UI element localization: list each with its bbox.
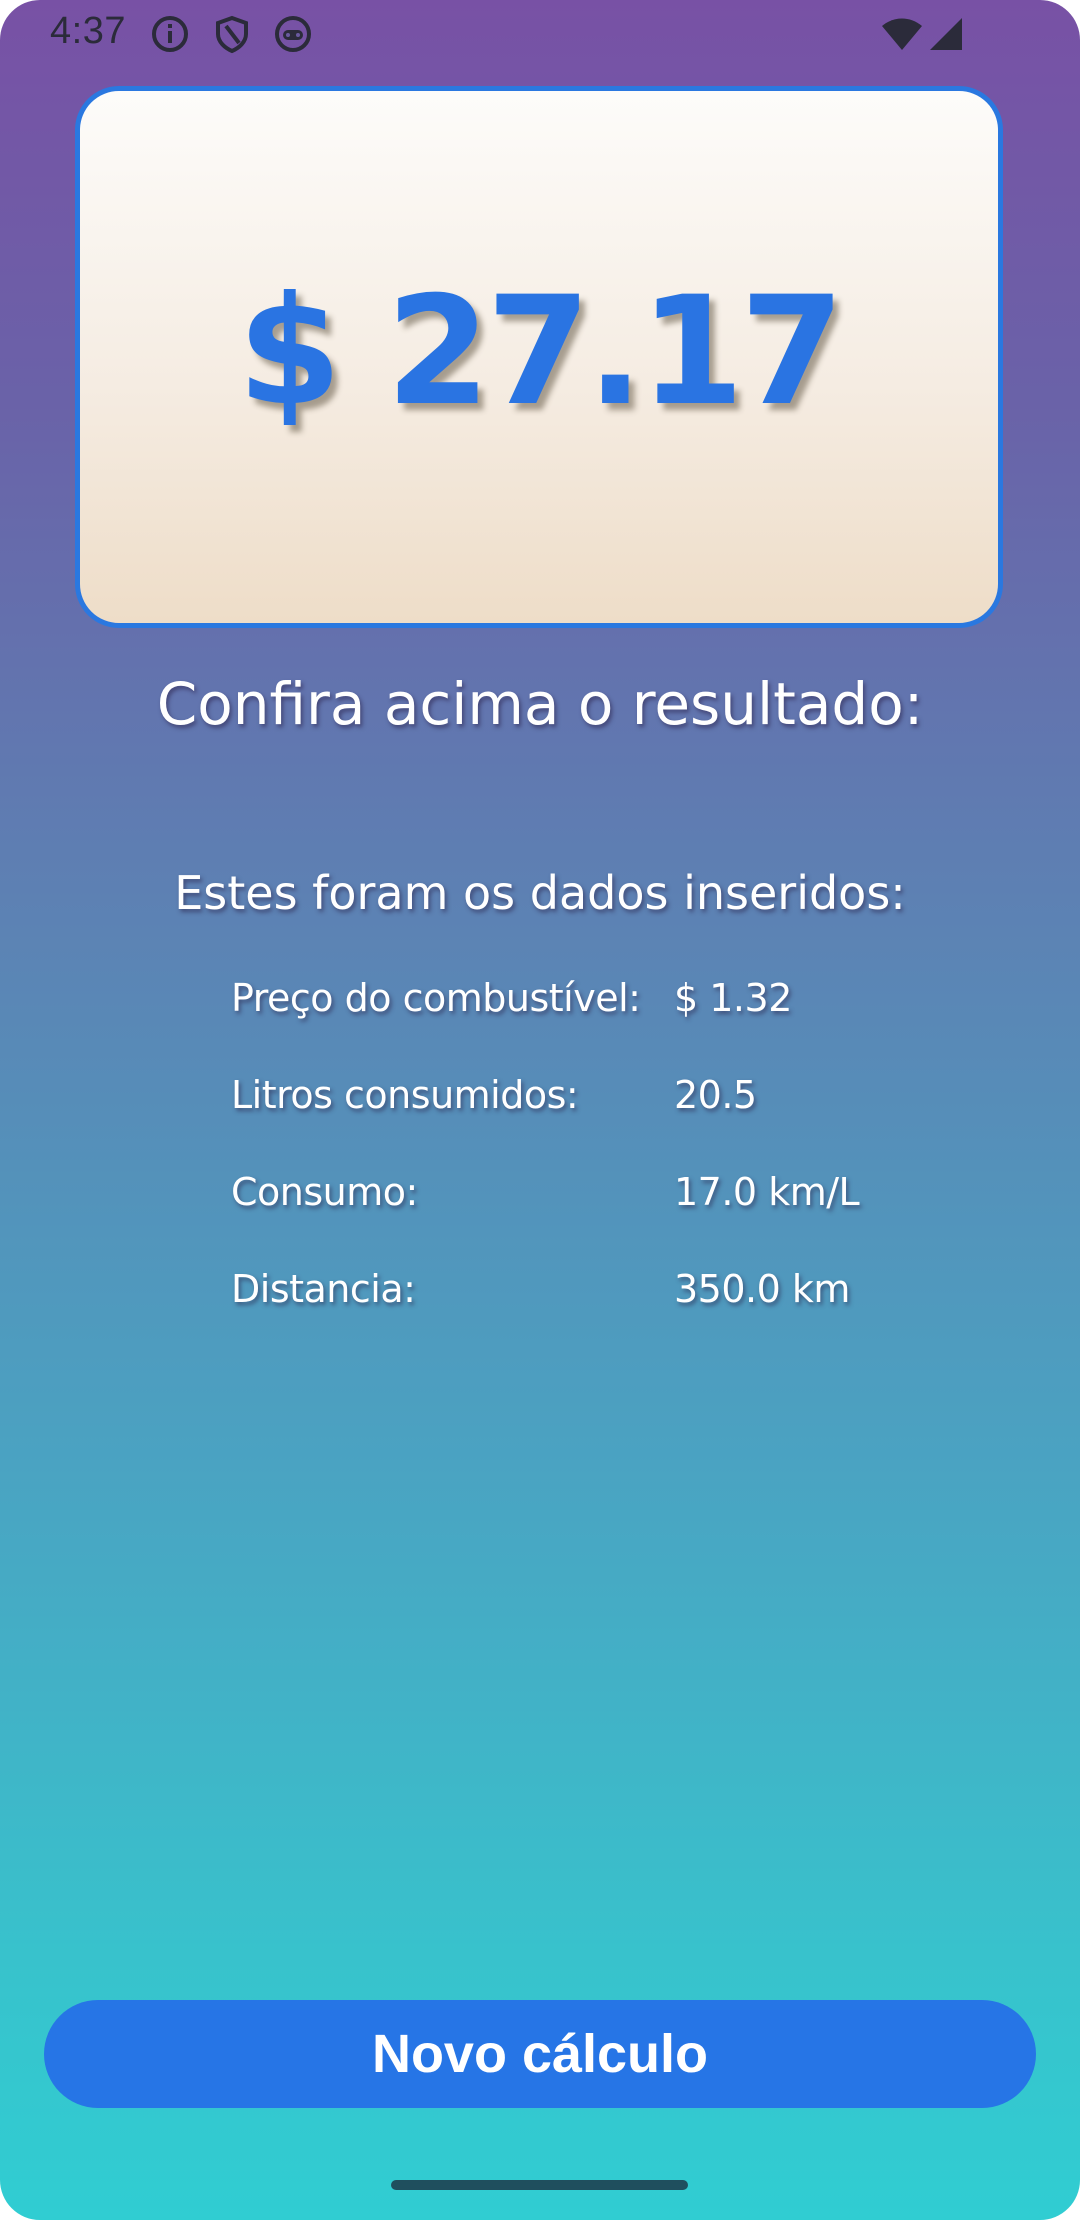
data-row-distance: Distancia: 350.0 km (231, 1267, 931, 1327)
wifi-icon (880, 14, 924, 54)
distance-value: 350.0 km (674, 1267, 850, 1311)
liters-label: Litros consumidos: (231, 1073, 579, 1117)
data-row-fuel-price: Preço do combustível: $ 1.32 (231, 976, 931, 1036)
result-card: $ 27.17 (75, 86, 1003, 628)
cell-signal-icon (928, 14, 964, 54)
new-calculation-button[interactable]: Novo cálculo (44, 2000, 1036, 2108)
consumption-value: 17.0 km/L (674, 1170, 860, 1214)
home-indicator[interactable] (391, 2180, 688, 2190)
robot-icon (273, 14, 313, 54)
status-time: 4:37 (50, 10, 126, 52)
status-bar: 4:37 (0, 0, 1080, 66)
result-caption: Confira acima o resultado: (156, 670, 924, 738)
shield-icon (212, 14, 252, 54)
app-screen: 4:37 $ 27.17 Confira acima o resultado: … (0, 0, 1080, 2220)
consumption-label: Consumo: (231, 1170, 418, 1214)
info-icon (150, 14, 190, 54)
data-row-consumption: Consumo: 17.0 km/L (231, 1170, 931, 1230)
data-row-liters: Litros consumidos: 20.5 (231, 1073, 931, 1133)
liters-value: 20.5 (674, 1073, 757, 1117)
distance-label: Distancia: (231, 1267, 416, 1311)
result-value: $ 27.17 (237, 265, 844, 439)
data-caption: Estes foram os dados inseridos: (174, 866, 906, 920)
fuel-price-label: Preço do combustível: (231, 976, 641, 1020)
fuel-price-value: $ 1.32 (674, 976, 792, 1020)
